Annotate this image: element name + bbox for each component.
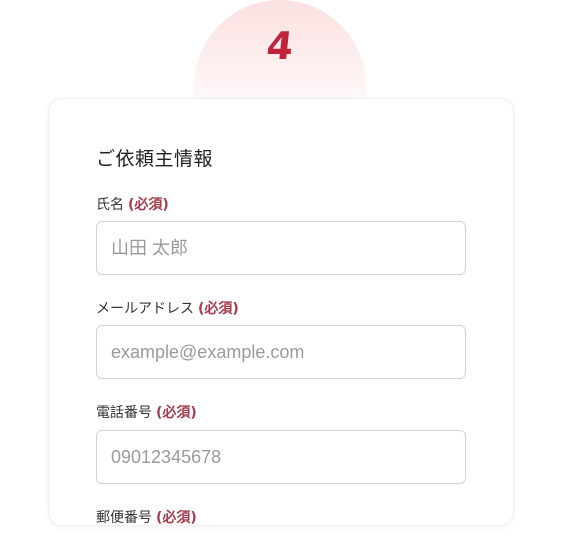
phone-label-text: 電話番号 [96,405,152,421]
required-marker: (必須) [156,510,197,526]
required-marker: (必須) [128,197,169,213]
email-label-text: メールアドレス [96,301,194,317]
phone-field-label: 電話番号 (必須) [96,402,197,422]
name-input[interactable] [96,221,466,275]
name-field-label: 氏名 (必須) [96,194,169,214]
section-title: ご依頼主情報 [96,148,214,170]
step-number: 4 [264,24,296,68]
page: 4 ご依頼主情報 氏名(必須) メールアドレス(必須) 電話番号(必須) 郵便番… [0,0,562,543]
email-field-label: メールアドレス (必須) [96,298,239,318]
email-input[interactable] [96,325,466,379]
name-label-text: 氏名 [96,197,124,213]
required-marker: (必須) [198,301,239,317]
required-marker: (必須) [156,405,197,421]
postal-code-field-label: 郵便番号 (必須) [96,507,197,527]
postal-code-label-text: 郵便番号 [96,510,152,526]
phone-input[interactable] [96,430,466,484]
